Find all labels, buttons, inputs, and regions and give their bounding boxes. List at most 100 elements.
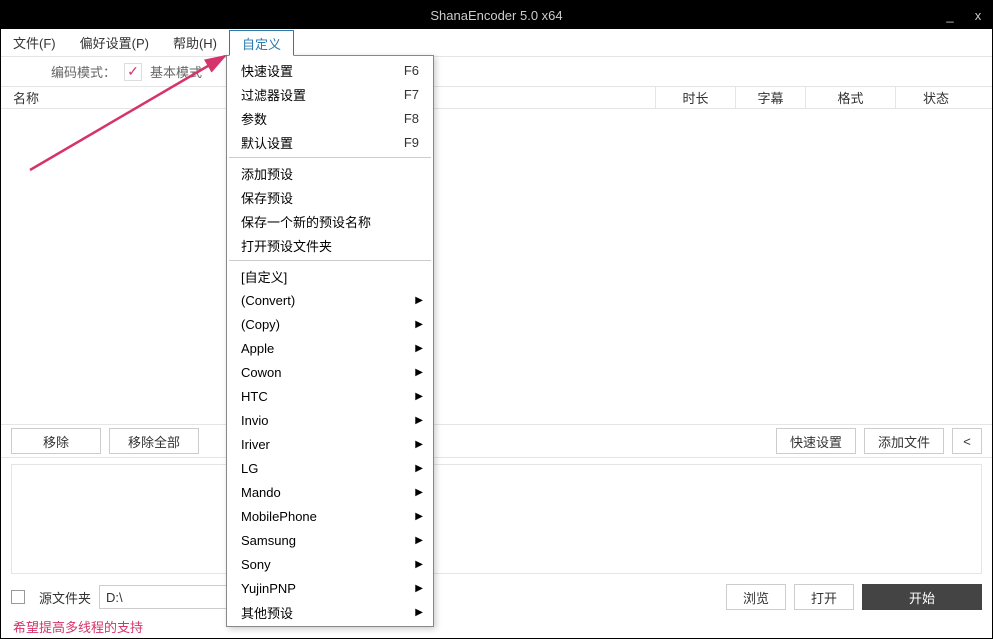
menu-item-label: MobilePhone: [241, 509, 419, 524]
menu-preferences[interactable]: 偏好设置(P): [68, 30, 161, 56]
submenu-arrow-icon: ▶: [415, 343, 423, 354]
menu-item-iriver[interactable]: Iriver▶: [227, 432, 433, 456]
menu-item-label: (Convert): [241, 293, 419, 308]
menu-item-label: 过滤器设置: [241, 85, 404, 104]
menu-item-htc[interactable]: HTC▶: [227, 384, 433, 408]
titlebar: ShanaEncoder 5.0 x64 _ x: [1, 1, 992, 29]
menu-item-copy[interactable]: (Copy)▶: [227, 312, 433, 336]
menu-item-label: Iriver: [241, 437, 419, 452]
menu-item-label: 保存预设: [241, 188, 419, 207]
file-list-area[interactable]: [1, 109, 992, 424]
col-format[interactable]: 格式: [806, 87, 896, 108]
submenu-arrow-icon: ▶: [415, 511, 423, 522]
menu-separator: [229, 260, 431, 261]
menu-item-apple[interactable]: Apple▶: [227, 336, 433, 360]
menu-item-[interactable]: 添加预设: [227, 161, 433, 185]
submenu-arrow-icon: ▶: [415, 607, 423, 618]
menu-item-label: 参数: [241, 109, 404, 128]
path-row: 源文件夹 浏览 打开 开始: [1, 580, 992, 614]
menu-item-label: LG: [241, 461, 419, 476]
submenu-arrow-icon: ▶: [415, 415, 423, 426]
menu-item-label: [自定义]: [241, 267, 419, 286]
close-button[interactable]: x: [964, 1, 992, 29]
start-button[interactable]: 开始: [862, 584, 982, 610]
menu-shortcut: F6: [404, 63, 419, 78]
menu-item-[interactable]: 打开预设文件夹: [227, 233, 433, 257]
menu-item-label: Mando: [241, 485, 419, 500]
submenu-arrow-icon: ▶: [415, 391, 423, 402]
menu-item-label: Samsung: [241, 533, 419, 548]
submenu-arrow-icon: ▶: [415, 367, 423, 378]
menu-item-[interactable]: 参数F8: [227, 106, 433, 130]
menu-shortcut: F7: [404, 87, 419, 102]
menu-item-mando[interactable]: Mando▶: [227, 480, 433, 504]
quick-setup-button[interactable]: 快速设置: [776, 428, 856, 454]
menu-separator: [229, 157, 431, 158]
remove-button[interactable]: 移除: [11, 428, 101, 454]
menu-item-label: Sony: [241, 557, 419, 572]
col-duration[interactable]: 时长: [656, 87, 736, 108]
submenu-arrow-icon: ▶: [415, 319, 423, 330]
menu-item-invio[interactable]: Invio▶: [227, 408, 433, 432]
button-row-1: 移除 移除全部 快速设置 添加文件 <: [1, 424, 992, 458]
status-link[interactable]: 希望提高多线程的支持: [13, 617, 143, 636]
menu-item-mobilephone[interactable]: MobilePhone▶: [227, 504, 433, 528]
menu-shortcut: F8: [404, 111, 419, 126]
col-status[interactable]: 状态: [896, 87, 976, 108]
source-folder-checkbox[interactable]: [11, 590, 25, 604]
add-file-button[interactable]: 添加文件: [864, 428, 944, 454]
menu-item-sony[interactable]: Sony▶: [227, 552, 433, 576]
collapse-button[interactable]: <: [952, 428, 982, 454]
menu-item-[interactable]: 其他预设▶: [227, 600, 433, 624]
remove-all-button[interactable]: 移除全部: [109, 428, 199, 454]
menu-item-label: Cowon: [241, 365, 419, 380]
preview-area: [11, 464, 982, 574]
encode-mode-label: 编码模式：: [51, 62, 116, 81]
table-header: 名称 时长 字幕 格式 状态: [1, 87, 992, 109]
encode-mode-value: 基本模式: [150, 62, 202, 81]
menu-help[interactable]: 帮助(H): [161, 30, 229, 56]
submenu-arrow-icon: ▶: [415, 295, 423, 306]
menu-item-[interactable]: 默认设置F9: [227, 130, 433, 154]
menu-item-label: YujinPNP: [241, 581, 419, 596]
menu-item-label: Apple: [241, 341, 419, 356]
menu-item-label: 默认设置: [241, 133, 404, 152]
menu-item-yujinpnp[interactable]: YujinPNP▶: [227, 576, 433, 600]
check-icon[interactable]: ✓: [124, 63, 142, 81]
menu-item-[interactable]: 快速设置F6: [227, 58, 433, 82]
menu-item-label: 添加预设: [241, 164, 419, 183]
submenu-arrow-icon: ▶: [415, 487, 423, 498]
window-title: ShanaEncoder 5.0 x64: [430, 8, 562, 23]
menu-item-cowon[interactable]: Cowon▶: [227, 360, 433, 384]
menu-item-label: Invio: [241, 413, 419, 428]
menu-item-convert[interactable]: (Convert)▶: [227, 288, 433, 312]
toolbar: 编码模式： ✓ 基本模式: [1, 57, 992, 87]
submenu-arrow-icon: ▶: [415, 463, 423, 474]
open-button[interactable]: 打开: [794, 584, 854, 610]
menu-item-label: 其他预设: [241, 603, 419, 622]
menu-item-[interactable]: 过滤器设置F7: [227, 82, 433, 106]
submenu-arrow-icon: ▶: [415, 535, 423, 546]
submenu-arrow-icon: ▶: [415, 559, 423, 570]
menu-item-label: 快速设置: [241, 61, 404, 80]
menubar: 文件(F) 偏好设置(P) 帮助(H) 自定义: [1, 29, 992, 57]
menu-custom[interactable]: 自定义: [229, 30, 294, 56]
submenu-arrow-icon: ▶: [415, 583, 423, 594]
menu-shortcut: F9: [404, 135, 419, 150]
menu-item-[interactable]: 保存一个新的预设名称: [227, 209, 433, 233]
submenu-arrow-icon: ▶: [415, 439, 423, 450]
menu-file[interactable]: 文件(F): [1, 30, 68, 56]
menu-item-[interactable]: [自定义]: [227, 264, 433, 288]
custom-dropdown-menu: 快速设置F6过滤器设置F7参数F8默认设置F9 添加预设保存预设保存一个新的预设…: [226, 55, 434, 627]
col-subtitle[interactable]: 字幕: [736, 87, 806, 108]
menu-item-samsung[interactable]: Samsung▶: [227, 528, 433, 552]
source-folder-label: 源文件夹: [39, 588, 91, 607]
minimize-button[interactable]: _: [936, 1, 964, 29]
menu-item-label: 保存一个新的预设名称: [241, 212, 419, 231]
status-bar: 希望提高多线程的支持: [1, 614, 992, 638]
menu-item-[interactable]: 保存预设: [227, 185, 433, 209]
menu-item-label: (Copy): [241, 317, 419, 332]
browse-button[interactable]: 浏览: [726, 584, 786, 610]
menu-item-lg[interactable]: LG▶: [227, 456, 433, 480]
menu-item-label: HTC: [241, 389, 419, 404]
